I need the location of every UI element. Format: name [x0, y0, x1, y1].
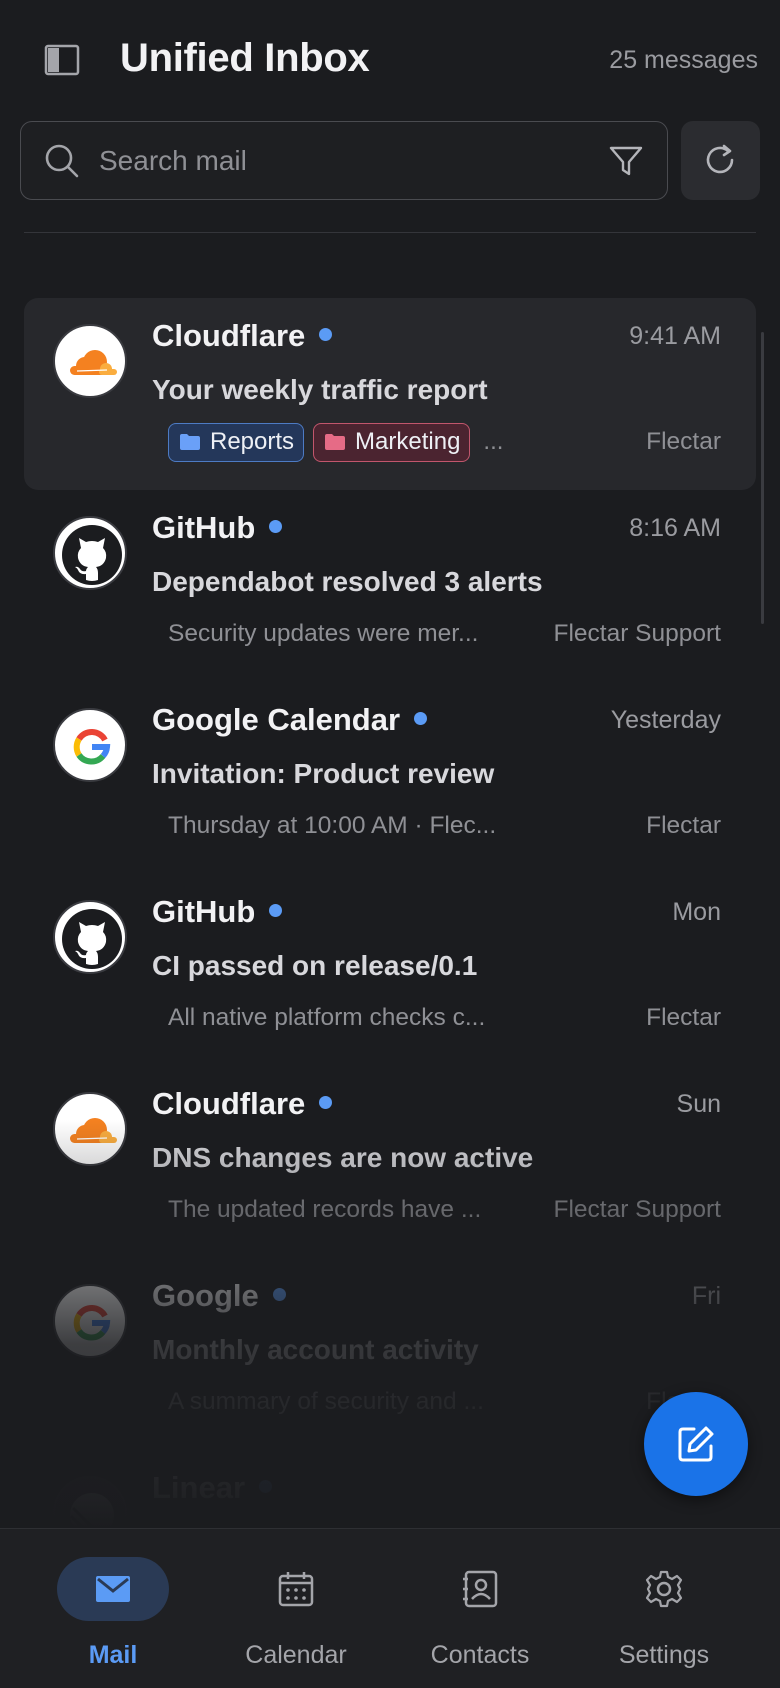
refresh-button[interactable] [681, 121, 760, 200]
account-name: Flectar Support [553, 620, 722, 647]
github-logo-icon [53, 516, 127, 590]
tag-marketing[interactable]: Marketing [313, 422, 471, 462]
unread-dot [272, 1288, 286, 1302]
message-row[interactable]: GitHub Mon CI passed on release/0.1 All … [24, 874, 756, 1066]
sender-name: Cloudflare [152, 318, 333, 354]
mail-icon [96, 1576, 130, 1602]
sender-name: Google [152, 1278, 286, 1314]
unread-dot [319, 328, 333, 342]
header: Unified Inbox 25 messages [0, 0, 780, 120]
divider [24, 232, 756, 233]
calendar-icon [278, 1572, 314, 1607]
tag-list: Reports Marketing ... [168, 422, 503, 462]
compose-icon [678, 1426, 714, 1462]
nav-item-contacts[interactable]: Contacts [390, 1529, 585, 1688]
contacts-icon [463, 1570, 498, 1608]
message-time: 8:16 AM [629, 514, 721, 542]
message-preview: The updated records have ... [168, 1196, 482, 1223]
folder-icon [180, 434, 200, 450]
account-name: Flectar [646, 812, 721, 839]
page-title: Unified Inbox [120, 36, 370, 80]
gear-icon [645, 1570, 683, 1608]
message-subject: DNS changes are now active [152, 1142, 534, 1173]
tag-reports[interactable]: Reports [168, 422, 305, 462]
nav-item-settings[interactable]: Settings [574, 1529, 769, 1688]
search-bar [20, 121, 668, 200]
message-preview: A summary of security and ... [168, 1388, 484, 1415]
message-time: Fri [691, 1282, 721, 1310]
refresh-icon [706, 144, 734, 174]
bottom-navigation: Mail Calendar Contacts Settings [0, 1528, 780, 1688]
message-row[interactable]: Cloudflare 9:41 AM Your weekly traffic r… [24, 298, 756, 490]
message-preview: All native platform checks c... [168, 1004, 486, 1031]
scrollbar[interactable] [761, 332, 764, 624]
message-preview: Thursday at 10:00 AM · Flec... [168, 812, 497, 839]
folder-icon [325, 434, 346, 450]
message-subject: Your weekly traffic report [152, 374, 488, 405]
message-time: 9:41 AM [629, 322, 721, 350]
message-row[interactable]: Google Calendar Yesterday Invitation: Pr… [24, 682, 756, 874]
message-subject: Monthly account activity [152, 1334, 479, 1365]
account-name: Flectar Support [553, 1196, 722, 1223]
message-row[interactable]: Cloudflare Sun DNS changes are now activ… [24, 1066, 756, 1258]
message-list[interactable]: Cloudflare 9:41 AM Your weekly traffic r… [24, 298, 756, 1528]
github-logo-icon [53, 900, 127, 974]
message-count: 25 messages [609, 46, 758, 74]
filter-icon[interactable] [607, 142, 645, 180]
sender-name: Linear [152, 1470, 273, 1506]
unread-dot [259, 1480, 273, 1494]
unread-dot [269, 520, 283, 534]
message-row[interactable]: Google Fri Monthly account activity A su… [24, 1258, 756, 1450]
nav-item-calendar[interactable]: Calendar [206, 1529, 401, 1688]
cloudflare-logo-icon [53, 1092, 127, 1166]
account-name: Flectar [646, 1004, 721, 1031]
unread-dot [319, 1096, 333, 1110]
message-time: Yesterday [610, 706, 721, 734]
message-row[interactable]: GitHub 8:16 AM Dependabot resolved 3 ale… [24, 490, 756, 682]
sender-name: Google Calendar [152, 702, 428, 738]
compose-button[interactable] [644, 1392, 748, 1496]
more-tags-indicator: ... [483, 428, 504, 455]
message-time: Sun [676, 1090, 721, 1118]
message-time: Mon [672, 898, 721, 926]
search-icon [45, 144, 79, 178]
nav-item-mail[interactable]: Mail [23, 1529, 218, 1688]
message-subject: Invitation: Product review [152, 758, 495, 789]
message-subject: Dependabot resolved 3 alerts [152, 566, 543, 597]
message-preview: Security updates were mer... [168, 620, 479, 647]
sender-name: Cloudflare [152, 1086, 333, 1122]
sender-name: GitHub [152, 510, 283, 546]
google-logo-icon [53, 708, 127, 782]
sidebar-toggle-icon[interactable] [44, 42, 80, 78]
cloudflare-logo-icon [53, 324, 127, 398]
message-subject: CI passed on release/0.1 [152, 950, 478, 981]
google-logo-icon [53, 1284, 127, 1358]
account-name: Flectar [646, 428, 721, 455]
linear-logo-icon [53, 1476, 127, 1528]
sender-name: GitHub [152, 894, 283, 930]
search-input[interactable] [99, 138, 569, 184]
unread-dot [269, 904, 283, 918]
unread-dot [414, 712, 428, 726]
